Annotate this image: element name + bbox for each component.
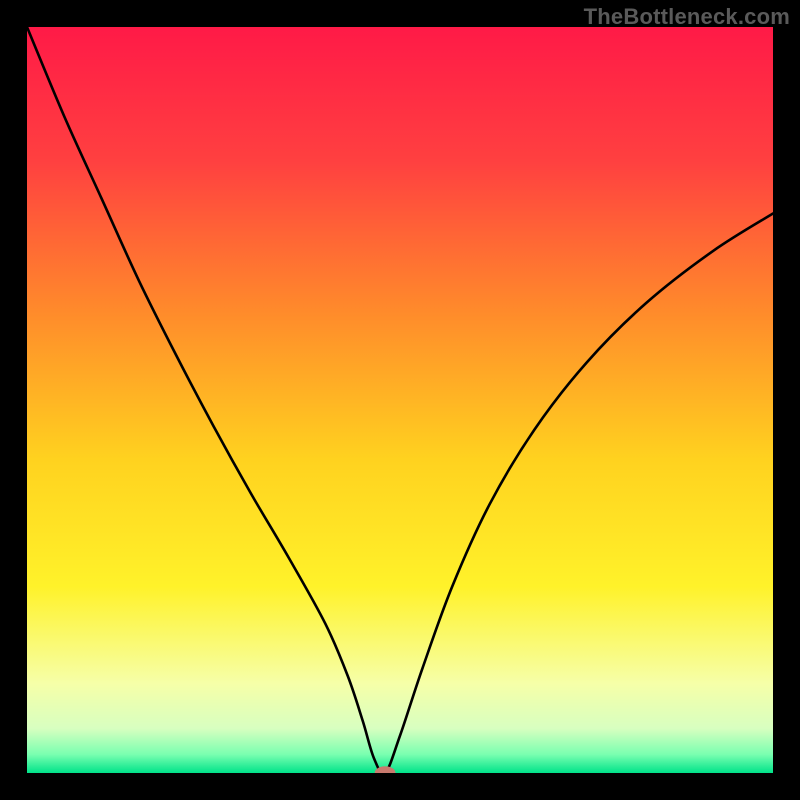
watermark-text: TheBottleneck.com bbox=[584, 4, 790, 30]
plot-area bbox=[27, 27, 773, 773]
bottleneck-chart bbox=[27, 27, 773, 773]
chart-frame: TheBottleneck.com bbox=[0, 0, 800, 800]
gradient-background bbox=[27, 27, 773, 773]
